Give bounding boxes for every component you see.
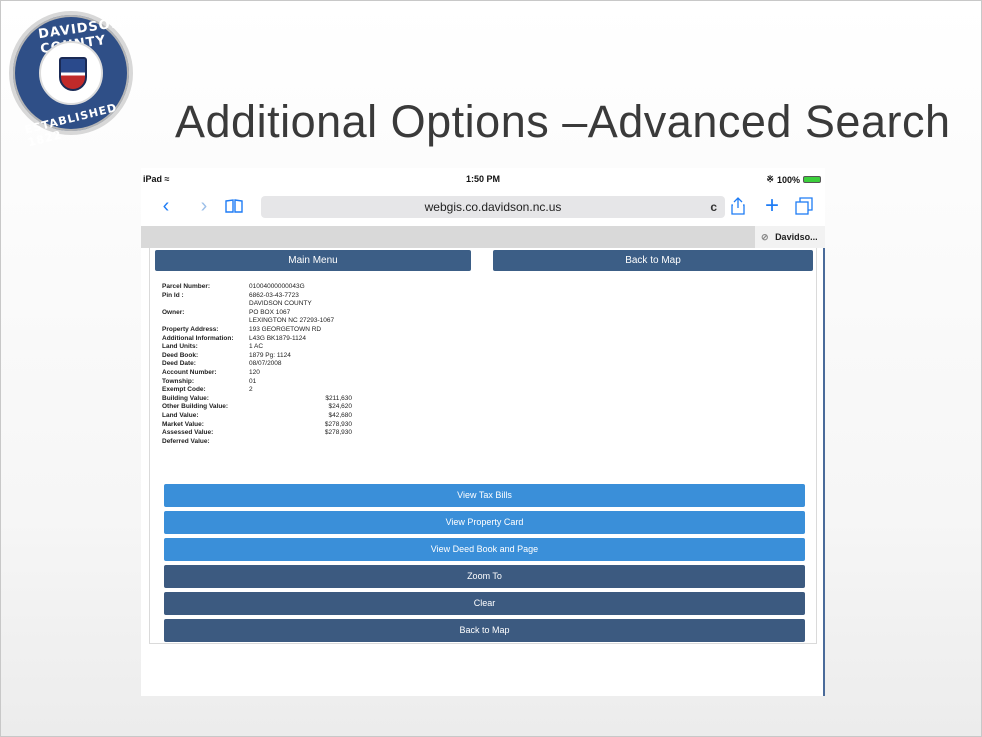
value-amount: $24,620 (328, 403, 353, 411)
detail-value: 193 GEORGETOWN RD (249, 325, 322, 333)
detail-value: 01004000000043G (249, 283, 305, 290)
seal-bottom-text: ESTABLISHED 1822 (23, 101, 119, 150)
slide-title: Additional Options –Advanced Search (175, 96, 951, 147)
status-bar: iPad ≈ 1:50 PM ※ 100% (141, 168, 825, 188)
detail-label: Deed Book: (162, 351, 199, 359)
value-label: Deferred Value: (162, 437, 210, 445)
detail-row: Property Address: 193 GEORGETOWN RD (162, 326, 582, 335)
detail-row: Account Number: 120 (162, 369, 582, 378)
clear-button[interactable]: Clear (164, 592, 805, 615)
view-deed-book-button[interactable]: View Deed Book and Page (164, 538, 805, 561)
detail-label: Deed Date: (162, 360, 196, 368)
value-amount: $278,930 (324, 420, 352, 428)
detail-value: LEXINGTON NC 27293-1067 (249, 317, 335, 325)
address-bar[interactable]: webgis.co.davidson.nc.us c (261, 196, 725, 218)
battery-percent: 100% (776, 174, 800, 185)
detail-label (162, 300, 249, 309)
browser-toolbar: ‹ › webgis.co.davidson.nc.us c + (141, 192, 825, 222)
detail-label (162, 317, 249, 326)
detail-label: Account Number: (162, 368, 217, 376)
value-label: Other Building Value: (162, 403, 229, 411)
value-amount (249, 438, 352, 447)
chevron-left-icon[interactable]: ‹ (155, 195, 177, 217)
value-row: Land Value: $42,680 (162, 412, 582, 421)
tabs-icon[interactable] (793, 195, 815, 217)
view-tax-bills-button[interactable]: View Tax Bills (164, 484, 805, 507)
status-time: 1:50 PM (465, 174, 500, 184)
value-row: Deferred Value: (162, 438, 582, 447)
detail-row: Land Units: 1 AC (162, 343, 582, 352)
battery-icon (803, 176, 821, 183)
value-label: Land Value: (162, 411, 199, 419)
back-to-map-button-top[interactable]: Back to Map (493, 250, 813, 271)
value-row: Building Value: $211,630 (162, 395, 582, 404)
detail-label: Owner: (162, 308, 185, 316)
tab-davidson[interactable]: ⊘ Davidso... (755, 226, 825, 248)
reload-icon[interactable]: c (710, 196, 717, 218)
detail-row: DAVIDSON COUNTY (162, 300, 582, 309)
zoom-to-button[interactable]: Zoom To (164, 565, 805, 588)
detail-label: Exempt Code: (162, 386, 206, 394)
county-seal-logo: DAVIDSON COUNTY ESTABLISHED 1822 (9, 11, 133, 149)
parcel-details: Parcel Number: 01004000000043G Pin Id : 68… (162, 283, 582, 446)
share-icon[interactable] (727, 195, 749, 217)
detail-value: 2 (249, 386, 253, 394)
detail-label: Property Address: (162, 325, 219, 333)
detail-row: Deed Date: 08/07/2008 (162, 360, 582, 369)
detail-label: Township: (162, 377, 195, 385)
plus-icon[interactable]: + (761, 192, 783, 219)
detail-value: 1879 Pg: 1124 (249, 351, 291, 359)
seal-shield-icon (59, 57, 87, 91)
panel-nav: Main Menu Back to Map (155, 250, 813, 271)
book-icon[interactable] (223, 195, 245, 217)
detail-row: Parcel Number: 01004000000043G (162, 283, 582, 292)
detail-value: 08/07/2008 (249, 360, 282, 368)
detail-value: DAVIDSON COUNTY (249, 300, 312, 308)
close-icon[interactable]: ⊘ (761, 232, 769, 242)
back-to-map-button[interactable]: Back to Map (164, 619, 805, 642)
detail-value: 1 AC (249, 343, 264, 351)
parcel-panel: Main Menu Back to Map Parcel Number: 0100… (149, 248, 817, 644)
detail-value: PO BOX 1067 (249, 308, 291, 316)
detail-value: 01 (249, 377, 257, 385)
value-label: Assessed Value: (162, 429, 214, 437)
view-property-card-button[interactable]: View Property Card (164, 511, 805, 534)
main-menu-button[interactable]: Main Menu (155, 250, 471, 271)
detail-row: Township: 01 (162, 378, 582, 387)
value-amount: $42,680 (328, 411, 353, 419)
detail-value: 6862-03-43-7723 (249, 291, 299, 299)
value-amount: $278,930 (324, 429, 352, 437)
url-text: webgis.co.davidson.nc.us (424, 200, 562, 214)
detail-row: Owner: PO BOX 1067 (162, 309, 582, 318)
detail-label: Parcel Number: (162, 283, 211, 290)
ipad-screenshot: iPad ≈ 1:50 PM ※ 100% ‹ › webgis.co.davi… (141, 168, 825, 696)
value-row: Assessed Value: $278,930 (162, 429, 582, 438)
detail-label: Land Units: (162, 343, 198, 351)
seal-inner-disc (39, 41, 103, 105)
value-label: Market Value: (162, 420, 204, 428)
value-label: Building Value: (162, 394, 209, 402)
detail-row: LEXINGTON NC 27293-1067 (162, 317, 582, 326)
detail-value: 120 (249, 368, 260, 376)
action-buttons: View Tax Bills View Property Card View D… (164, 484, 805, 646)
bluetooth-icon: ※ (766, 174, 774, 184)
detail-row: Deed Book: 1879 Pg: 1124 (162, 352, 582, 361)
detail-row: Exempt Code: 2 (162, 386, 582, 395)
value-amount: $211,630 (325, 394, 352, 402)
scrollbar-edge (823, 248, 825, 696)
tab-title: Davidso... (775, 232, 818, 242)
chevron-right-icon[interactable]: › (193, 195, 215, 217)
tab-bar: ⊘ Davidso... (141, 226, 825, 248)
value-row: Market Value: $278,930 (162, 421, 582, 430)
detail-value: L43G BK1879-1124 (249, 334, 306, 342)
detail-label: Additional Information: (162, 334, 234, 342)
slide: DAVIDSON COUNTY ESTABLISHED 1822 Additio… (0, 0, 982, 737)
battery-status: ※ 100% (766, 174, 821, 185)
value-row: Other Building Value: $24,620 (162, 403, 582, 412)
detail-label: Pin Id : (162, 291, 184, 299)
detail-row: Pin Id : 6862-03-43-7723 (162, 292, 582, 301)
detail-row: Additional Information: L43G BK1879-1124 (162, 335, 582, 344)
